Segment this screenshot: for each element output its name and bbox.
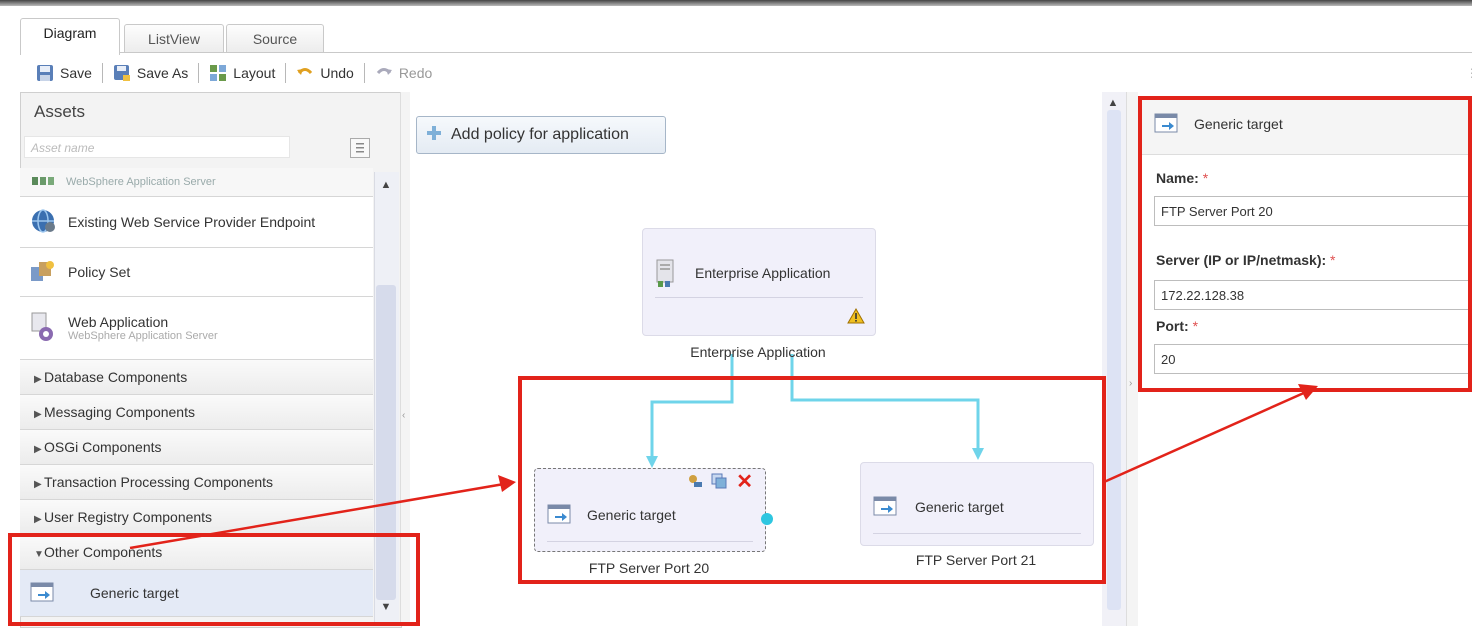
tab-diagram[interactable]: Diagram [20, 18, 120, 55]
annotation-arrows [129, 384, 1318, 550]
